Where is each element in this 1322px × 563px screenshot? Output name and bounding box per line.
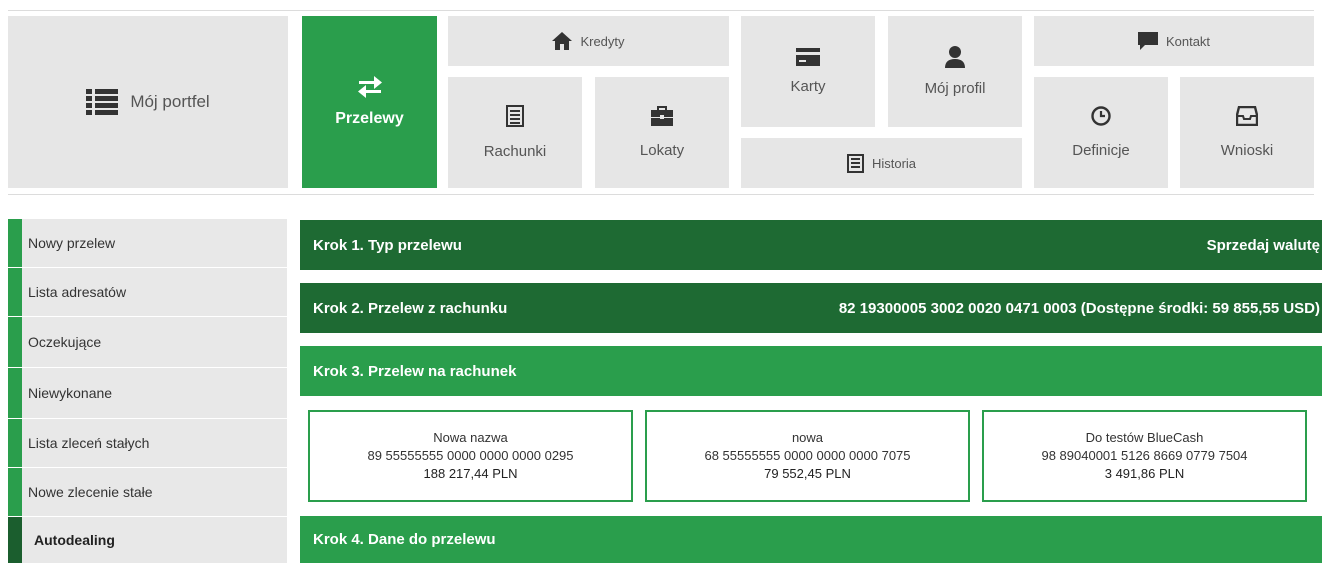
nav-moj-profil[interactable]: Mój profil [888,16,1022,127]
nav-historia[interactable]: Historia [741,138,1022,188]
account-name: Do testów BlueCash [1085,430,1204,445]
nav-label: Kontakt [1165,33,1211,49]
sidebar-item-lista-zlecen-stalych[interactable]: Lista zleceń stałych [8,419,287,467]
nav-definicje[interactable]: Definicje [1034,77,1168,188]
sidebar-item-nowe-zlecenie-stale[interactable]: Nowe zlecenie stałe [8,468,287,516]
nav-label: Karty [790,78,826,95]
nav-karty[interactable]: Karty [741,16,875,127]
nav-kontakt[interactable]: Kontakt [1034,16,1314,66]
sidebar-item-niewykonane[interactable]: Niewykonane [8,368,287,418]
account-number: 98 89040001 5126 8669 0779 7504 [1041,448,1248,463]
nav-label: Definicje [1072,142,1130,159]
nav-label: Mój profil [924,80,986,97]
account-card[interactable]: nowa 68 55555555 0000 0000 0000 7075 79 … [645,410,970,502]
nav-label: Rachunki [483,143,547,160]
inbox-icon [1236,106,1258,126]
sidebar-item-nowy-przelew[interactable]: Nowy przelew [8,219,287,267]
account-number: 89 55555555 0000 0000 0000 0295 [367,448,574,463]
account-balance: 3 491,86 PLN [1104,466,1185,481]
step-2-label: Krok 2. Przelew z rachunku [313,299,508,317]
sidebar-item-label: Lista zleceń stałych [28,435,150,451]
nav-moj-portfel[interactable]: Mój portfel [8,16,288,188]
step-2-bar[interactable]: Krok 2. Przelew z rachunku 82 19300005 3… [300,283,1322,333]
account-balance: 188 217,44 PLN [423,466,518,481]
account-number: 68 55555555 0000 0000 0000 7075 [704,448,911,463]
nav-label: Przelewy [335,110,404,127]
home-icon [552,32,573,50]
nav-kredyty[interactable]: Kredyty [448,16,729,66]
credit-card-icon [796,48,820,66]
step-3-bar: Krok 3. Przelew na rachunek [300,346,1322,396]
sidebar-item-label: Nowy przelew [28,235,116,251]
sidebar-item-oczekujace[interactable]: Oczekujące [8,317,287,367]
sidebar-item-autodealing[interactable]: Autodealing [8,517,287,563]
nav-lokaty[interactable]: Lokaty [595,77,729,188]
step-1-label: Krok 1. Typ przelewu [313,236,462,254]
account-card[interactable]: Do testów BlueCash 98 89040001 5126 8669… [982,410,1307,502]
sidebar-item-label: Nowe zlecenie stałe [28,484,153,500]
nav-label: Lokaty [639,142,685,159]
account-balance: 79 552,45 PLN [764,466,851,481]
step-1-bar[interactable]: Krok 1. Typ przelewu Sprzedaj walutę [300,220,1322,270]
nav-wnioski[interactable]: Wnioski [1180,77,1314,188]
step-3-label: Krok 3. Przelew na rachunek [313,362,517,380]
step-4-label: Krok 4. Dane do przelewu [313,531,496,548]
history-list-icon [846,153,864,173]
nav-label: Wnioski [1220,142,1274,159]
sidebar-item-label: Autodealing [34,532,115,548]
user-icon [944,46,966,68]
sidebar-item-label: Niewykonane [28,385,113,401]
nav-label: Historia [871,155,917,171]
step-1-value: Sprzedaj walutę [1206,236,1320,254]
nav-rachunki[interactable]: Rachunki [448,77,582,188]
account-card[interactable]: Nowa nazwa 89 55555555 0000 0000 0000 02… [308,410,633,502]
chat-bubble-icon [1137,32,1158,50]
transfer-arrows-icon [357,76,383,98]
step-2-value: 82 19300005 3002 0020 0471 0003 (Dostępn… [838,299,1320,317]
sidebar-item-label: Lista adresatów [28,284,127,300]
nav-label: Mój portfel [130,92,210,111]
sidebar-item-label: Oczekujące [28,334,102,350]
clock-icon [1091,106,1111,126]
briefcase-icon [651,106,673,126]
document-list-icon [506,105,524,127]
list-icon [86,89,119,115]
nav-przelewy[interactable]: Przelewy [302,16,437,188]
top-divider [8,10,1314,11]
account-name: nowa [791,430,824,445]
sidebar-item-lista-adresatow[interactable]: Lista adresatów [8,268,287,316]
account-name: Nowa nazwa [433,430,508,445]
nav-divider [8,194,1314,195]
nav-label: Kredyty [580,33,625,49]
step-4-bar: Krok 4. Dane do przelewu [300,516,1322,563]
